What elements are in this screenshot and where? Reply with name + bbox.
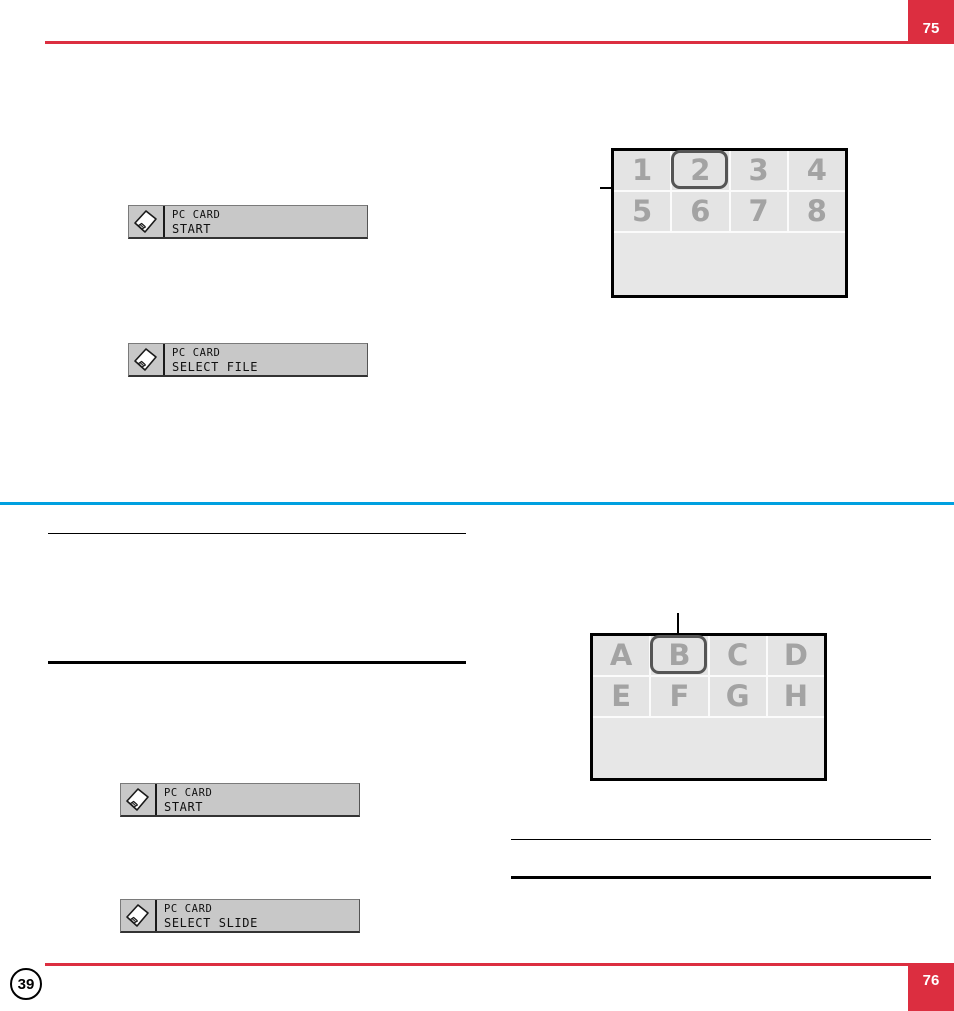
grid-cell-a[interactable]: A	[593, 636, 652, 677]
osd-text: PC CARD START	[157, 784, 359, 815]
page-badge: 39	[10, 968, 42, 1000]
osd-text: PC CARD START	[165, 206, 367, 237]
osd-text: PC CARD SELECT FILE	[165, 344, 367, 375]
osd-line2: SELECT FILE	[172, 359, 259, 374]
grid-cell-f[interactable]: F	[651, 677, 710, 718]
header-page-number-block: 75	[908, 0, 954, 44]
osd-line1: PC CARD	[172, 208, 221, 221]
grid-cell-8[interactable]: 8	[788, 192, 845, 233]
grid-cell-3[interactable]: 3	[730, 151, 789, 192]
grid-cell-6[interactable]: 6	[672, 192, 731, 233]
osd-line1: PC CARD	[164, 786, 213, 799]
osd-message-pc-card-start-bottom: PC CARD START	[120, 783, 360, 817]
osd-line2: START	[172, 221, 212, 236]
grid-cell-g[interactable]: G	[709, 677, 768, 718]
grid-empty-area	[593, 718, 824, 778]
grid-cell-c[interactable]: C	[709, 636, 768, 677]
grid-empty-area	[614, 233, 845, 295]
grid-rows: A B C D E F G H	[593, 635, 824, 718]
grid-cell-2-selected[interactable]: 2	[671, 150, 731, 192]
rule-right-thick	[511, 876, 931, 879]
osd-text: PC CARD SELECT SLIDE	[157, 900, 359, 931]
footer-page-number-block: 76	[908, 963, 954, 1011]
slide-letter-selection-grid: A B C D E F G H	[590, 633, 827, 781]
footer-page-number: 76	[922, 972, 940, 989]
rule-left-thick	[48, 661, 466, 664]
pc-card-icon	[129, 344, 165, 375]
osd-line2: START	[164, 799, 204, 814]
grid-cell-e[interactable]: E	[593, 677, 652, 718]
osd-message-pc-card-select-file: PC CARD SELECT FILE	[128, 343, 368, 377]
grid-row: 1 2 3 4	[614, 150, 845, 192]
grid-cell-7[interactable]: 7	[730, 192, 789, 233]
grid-row: A B C D	[593, 635, 824, 677]
leader-line-letters-grid	[677, 613, 679, 635]
pc-card-icon	[121, 900, 157, 931]
slide-number-selection-grid: 1 2 3 4 5 6 7 8	[611, 148, 848, 298]
header-page-number: 75	[922, 20, 940, 37]
grid-row: E F G H	[593, 677, 824, 718]
grid-cell-1[interactable]: 1	[614, 151, 673, 192]
grid-cell-h[interactable]: H	[767, 677, 824, 718]
pc-card-icon	[121, 784, 157, 815]
grid-row: 5 6 7 8	[614, 192, 845, 233]
grid-cell-b-selected[interactable]: B	[650, 635, 710, 677]
osd-message-pc-card-start-top: PC CARD START	[128, 205, 368, 239]
document-page: 75 PC CARD START PC CARD SELECT FILE 1 2…	[0, 0, 954, 1011]
grid-rows: 1 2 3 4 5 6 7 8	[614, 150, 845, 233]
osd-message-pc-card-select-slide: PC CARD SELECT SLIDE	[120, 899, 360, 933]
pc-card-icon	[129, 206, 165, 237]
grid-cell-4[interactable]: 4	[788, 151, 845, 192]
grid-cell-5[interactable]: 5	[614, 192, 673, 233]
rule-left-thin	[48, 533, 466, 534]
header-rule	[45, 41, 908, 44]
osd-line2: SELECT SLIDE	[164, 915, 258, 930]
osd-line1: PC CARD	[164, 902, 213, 915]
rule-right-thin	[511, 839, 931, 840]
section-divider	[0, 502, 954, 505]
osd-line1: PC CARD	[172, 346, 221, 359]
footer-rule	[45, 963, 908, 966]
grid-cell-d[interactable]: D	[767, 636, 824, 677]
